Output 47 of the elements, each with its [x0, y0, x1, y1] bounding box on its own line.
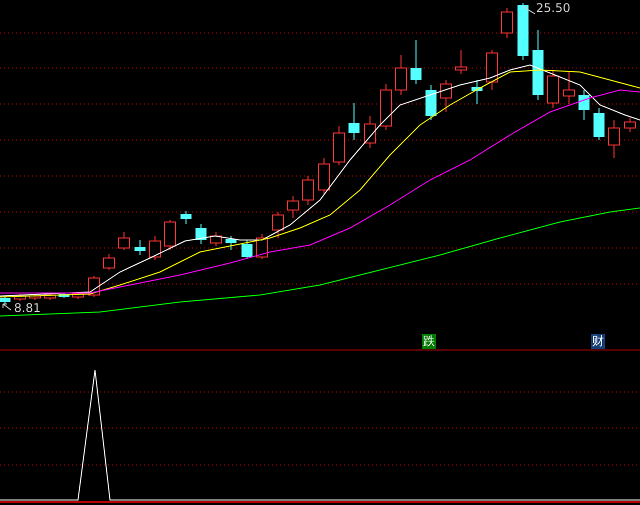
candlestick	[624, 118, 636, 132]
candlestick	[563, 72, 575, 104]
candlestick	[180, 210, 192, 224]
candlestick	[472, 80, 482, 104]
candlestick	[272, 212, 284, 238]
candlestick	[72, 292, 84, 300]
candlestick	[364, 116, 376, 148]
candlestick	[410, 40, 422, 84]
candlestick	[426, 84, 436, 120]
candlestick	[287, 196, 299, 218]
candlestick	[14, 294, 26, 302]
candlestick	[333, 126, 345, 166]
candlestick	[134, 240, 146, 256]
candlestick	[380, 84, 392, 130]
price-label: 8.81	[14, 302, 41, 315]
candlestick	[164, 220, 176, 250]
candlestick	[532, 30, 544, 100]
candlestick	[118, 232, 130, 250]
leader-line	[522, 6, 536, 14]
price-label: 25.50	[536, 2, 570, 15]
candlestick	[440, 80, 452, 112]
candlestick	[547, 70, 559, 108]
candlestick	[0, 296, 10, 304]
candlestick	[348, 102, 360, 140]
candlestick	[608, 120, 620, 158]
candlestick	[455, 50, 467, 74]
candlestick	[256, 234, 268, 260]
candlestick	[226, 236, 236, 250]
candlestick	[44, 292, 56, 300]
candlestick	[486, 50, 498, 90]
candlestick	[29, 294, 41, 300]
leader-line	[2, 304, 12, 310]
candlestick	[318, 158, 330, 194]
candlestick	[518, 2, 528, 60]
candlestick	[149, 236, 161, 260]
candlestick	[210, 232, 222, 246]
candlestick	[58, 292, 70, 298]
candlestick	[501, 8, 513, 38]
candlestick	[242, 240, 252, 260]
candlestick	[103, 254, 115, 270]
candlestick	[196, 224, 206, 244]
candlestick	[302, 176, 314, 206]
signal-badge: 财	[591, 334, 605, 349]
signal-badge: 跌	[422, 334, 436, 349]
candlestick	[594, 108, 604, 140]
candlestick	[578, 90, 590, 120]
candlestick	[395, 54, 407, 96]
